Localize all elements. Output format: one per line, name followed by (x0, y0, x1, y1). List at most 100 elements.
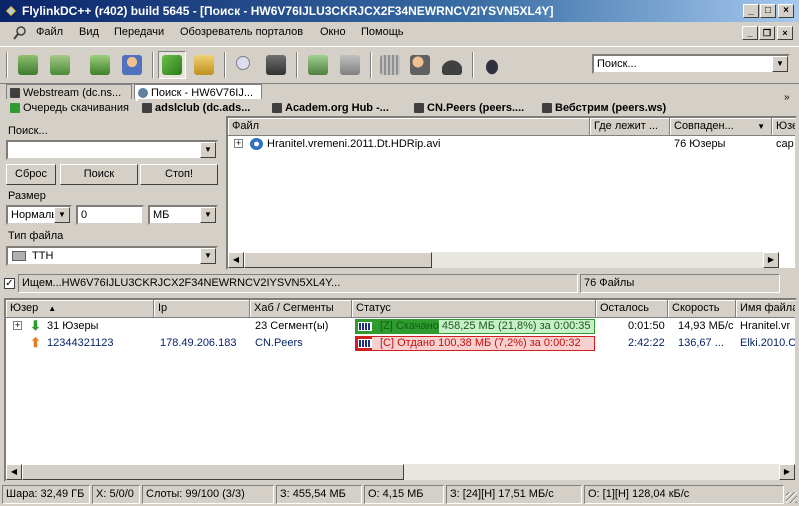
status-uploaded: О: 4,15 МБ (364, 485, 444, 504)
status-ul-speed: О: [1][Н] 128,04 кБ/с (584, 485, 784, 504)
reconnect-button[interactable] (46, 51, 74, 79)
column-file[interactable]: Файл (228, 118, 590, 136)
menu-window[interactable]: Окно (320, 26, 346, 38)
search-input-dropdown[interactable]: ▼ (200, 142, 216, 158)
favorite-hubs-button[interactable] (86, 51, 114, 79)
scroll-right-button[interactable]: ▶ (779, 464, 795, 480)
menu-portal-browser[interactable]: Обозреватель порталов (180, 26, 303, 38)
scroll-left-button[interactable]: ◀ (228, 252, 244, 268)
expand-icon[interactable]: + (234, 139, 243, 148)
search-start-button[interactable]: Поиск (60, 164, 138, 185)
window-title: FlylinkDC++ (r402) build 5645 - [Поиск -… (22, 4, 554, 18)
finished-downloads-button[interactable] (190, 51, 218, 79)
favorite-hubs-icon (90, 55, 110, 75)
tab-label: Очередь скачивания (23, 102, 129, 114)
expand-icon[interactable]: + (13, 321, 22, 330)
status-downloaded: З: 455,54 МБ (276, 485, 362, 504)
column-matches[interactable]: Совпаден... ▼ (670, 118, 772, 136)
download-queue-button[interactable] (158, 51, 186, 79)
table-row[interactable]: + Hranitel.vremeni.2011.Dt.HDRip.avi 76 … (228, 136, 795, 152)
menu-transfers[interactable]: Передачи (114, 26, 164, 38)
stop-button[interactable]: Стоп! (140, 164, 218, 185)
search-input[interactable]: ▼ (6, 140, 218, 160)
favorite-users-button[interactable] (118, 51, 146, 79)
status-share: Шара: 32,49 ГБ (2, 485, 90, 504)
search-label: Поиск... (8, 125, 48, 137)
transfers-list[interactable]: Юзер ▲ Ip Хаб / Сегменты Статус Осталось … (4, 298, 797, 482)
menu-file[interactable]: Файл (36, 26, 63, 38)
maximize-button[interactable]: □ (760, 4, 776, 18)
quick-search-text: Поиск... (597, 58, 637, 70)
size-value-input[interactable]: 0 (76, 205, 144, 225)
filetype-select[interactable]: TTH ▼ (6, 246, 218, 266)
status-x: X: 5/0/0 (92, 485, 140, 504)
tab-webstream-peers[interactable]: Вебстрим (peers.ws) (538, 99, 678, 116)
tab-academ-hub[interactable]: Academ.org Hub -... (268, 99, 406, 116)
minimize-button[interactable]: _ (743, 4, 759, 18)
column-user[interactable]: Юзе (772, 118, 795, 136)
size-unit-select[interactable]: МБ ▼ (148, 205, 218, 225)
search-button[interactable] (230, 51, 258, 79)
resize-grip-icon[interactable] (786, 492, 797, 503)
file-list-button[interactable] (304, 51, 332, 79)
menu-help[interactable]: Помощь (361, 26, 404, 38)
file-list-icon (308, 55, 328, 75)
folder-icon (194, 55, 214, 75)
reset-button[interactable]: Сброс (6, 164, 56, 185)
adl-search-button[interactable] (262, 51, 290, 79)
table-row[interactable]: + ⬇ 31 Юзеры 23 Сегмент(ы) [Z] Скачано 4… (6, 318, 795, 335)
user-clock-icon (410, 55, 430, 75)
mdi-restore-button[interactable]: ❐ (759, 26, 775, 40)
quick-search-dropdown-arrow[interactable]: ▼ (772, 56, 788, 72)
search-status-checkbox[interactable]: ✓ (4, 278, 15, 289)
column-remaining[interactable]: Осталось (596, 300, 668, 318)
tab-cn-peers[interactable]: CN.Peers (peers.... (410, 99, 534, 116)
size-mode-select[interactable]: Нормаль ▼ (6, 205, 72, 225)
transfer-speed: 14,93 МБ/с (678, 320, 734, 332)
tab-adslclub[interactable]: adslclub (dc.ads... (138, 99, 264, 116)
scroll-thumb[interactable] (22, 464, 404, 480)
column-transfer-user[interactable]: Юзер ▲ (6, 300, 154, 318)
menu-view[interactable]: Вид (79, 26, 99, 38)
mdi-close-button[interactable]: × (777, 26, 793, 40)
transfer-hub: 23 Сегмент(ы) (255, 320, 329, 332)
transfers-horizontal-scrollbar[interactable]: ◀ ▶ (6, 464, 795, 480)
size-unit-dropdown[interactable]: ▼ (200, 207, 216, 223)
scroll-thumb[interactable] (244, 252, 432, 268)
menu-bar: Файл Вид Передачи Обозреватель порталов … (0, 22, 799, 44)
download-status-text: [Z] Скачано 458,25 МБ (21,8%) за 0:00:35 (380, 320, 591, 332)
open-list-button[interactable] (336, 51, 364, 79)
close-button[interactable]: × (778, 4, 794, 18)
transfer-remaining: 2:42:22 (628, 337, 665, 349)
column-ip[interactable]: Ip (154, 300, 250, 318)
column-status[interactable]: Статус (352, 300, 596, 318)
filetype-dropdown[interactable]: ▼ (200, 248, 216, 264)
hub-tab-icon (542, 103, 552, 113)
size-mode-dropdown[interactable]: ▼ (54, 207, 70, 223)
ufo-button[interactable] (478, 51, 506, 79)
column-speed[interactable]: Скорость (668, 300, 736, 318)
column-hub[interactable]: Хаб / Сегменты (250, 300, 352, 318)
transfer-hub: CN.Peers (255, 337, 303, 349)
quick-search-combobox[interactable]: Поиск... ▼ (592, 54, 790, 74)
speed-button[interactable] (438, 51, 466, 79)
transfer-speed: 136,67 ... (678, 337, 724, 349)
results-horizontal-scrollbar[interactable]: ◀ ▶ (228, 252, 779, 268)
search-progress-text: Ищем...HW6V76IJLU3CKRJCX2F34NEWRNCV2IYSV… (18, 274, 578, 293)
tabs-scroll-icon[interactable]: » (784, 92, 790, 103)
tab-label: adslclub (dc.ads... (155, 102, 251, 114)
column-where[interactable]: Где лежит ... (590, 118, 670, 136)
scroll-right-button[interactable]: ▶ (763, 252, 779, 268)
notepad-button[interactable] (376, 51, 404, 79)
table-row[interactable]: ⬆ 12344321123 178.49.206.183 CN.Peers [C… (6, 335, 795, 352)
download-arrow-icon: ⬇ (30, 318, 41, 333)
upload-arrow-icon: ⬆ (30, 335, 41, 350)
scroll-left-button[interactable]: ◀ (6, 464, 22, 480)
column-filename[interactable]: Имя файла (736, 300, 795, 318)
tab-download-queue[interactable]: Очередь скачивания (6, 99, 136, 116)
network-stats-button[interactable] (406, 51, 434, 79)
mdi-minimize-button[interactable]: _ (742, 26, 758, 40)
connect-hub-button[interactable] (14, 51, 42, 79)
search-results-list[interactable]: Файл Где лежит ... Совпаден... ▼ Юзе + Hr… (226, 116, 797, 270)
ufo-icon (482, 55, 502, 75)
